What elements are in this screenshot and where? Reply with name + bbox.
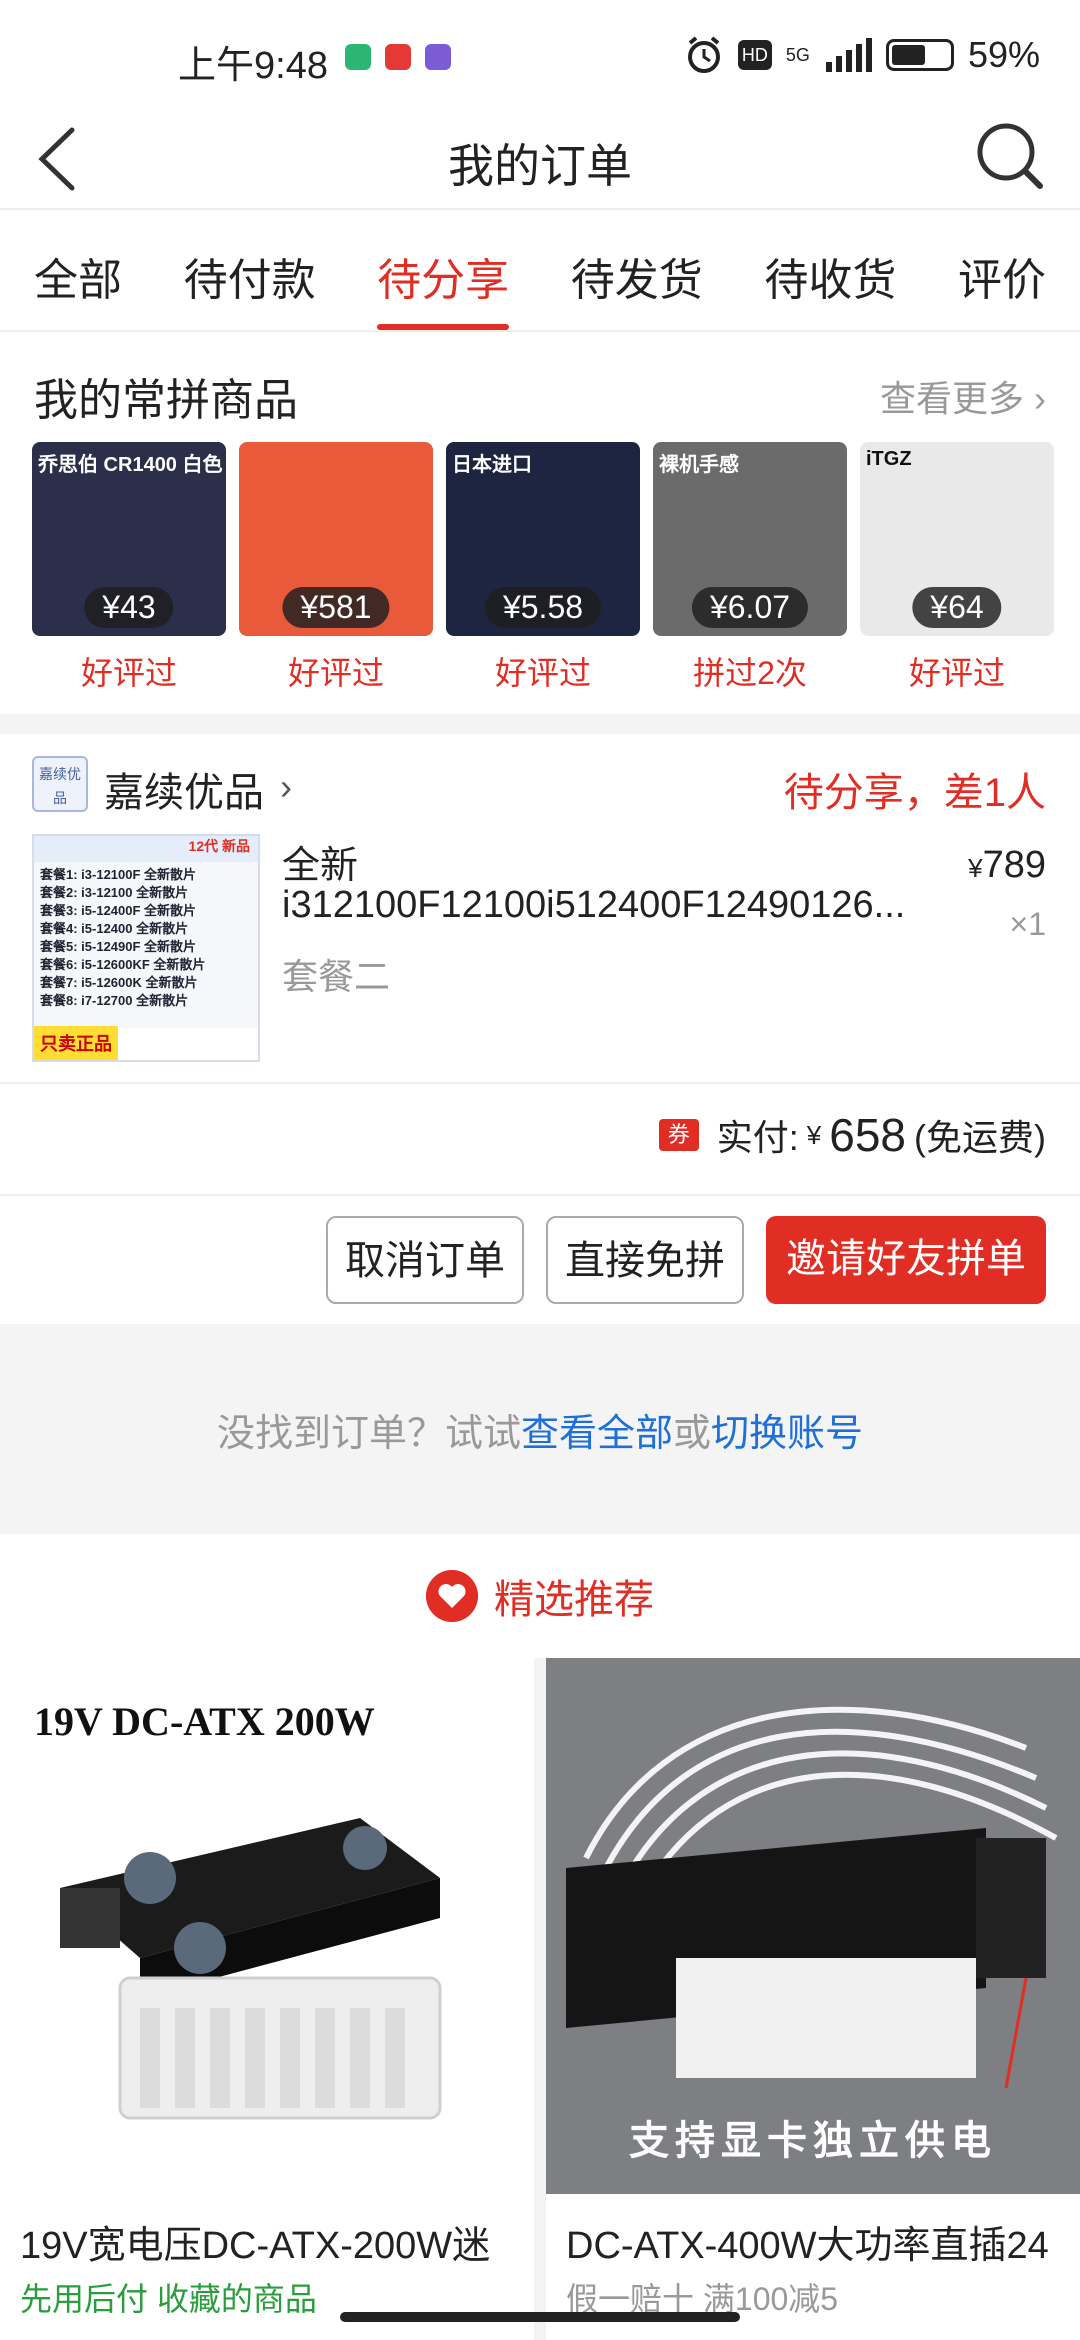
chevron-right-icon: › [280,766,292,807]
shop-name[interactable]: 嘉续优品 [104,760,264,818]
shipping-note: (免运费) [914,1117,1046,1158]
frequent-product[interactable]: 裸机手感 ¥6.07 拼过2次 [653,442,847,694]
divider [0,1194,1080,1196]
nav-bar: 我的订单 [0,110,1080,210]
frequent-product[interactable]: ¥581 好评过 [239,442,433,694]
thumbnail-caption: 乔思伯 CR1400 白色 [38,454,223,476]
order-status: 待分享，差1人 [783,771,1046,815]
switch-account-link[interactable]: 切换账号 [711,1413,863,1455]
frequent-products-list: 乔思伯 CR1400 白色 ¥43 好评过 ¥581 好评过 日本进口 ¥5.58 好评过 裸机… [32,442,1054,694]
battery-icon [885,39,954,71]
product-thumbnail: iTGZ ¥64 [860,442,1054,636]
product-thumbnail: ¥581 [239,442,433,636]
heart-icon [426,1570,478,1622]
product-history-label: 好评过 [287,655,384,691]
invite-friends-button[interactable]: 邀请好友拼单 [766,1216,1046,1304]
section-title: 我的常拼商品 [34,376,298,425]
product-thumbnail: 乔思伯 CR1400 白色 ¥43 [32,442,226,636]
paid-amount: 658 [829,1109,907,1161]
recommend-header: 精选推荐 [0,1534,1080,1658]
product-history-label: 好评过 [494,655,591,691]
recommend-title: 精选推荐 [494,1578,654,1622]
recommend-card[interactable]: 支持显卡独立供电 DC-ATX-400W大功率直插24 假一赔十 满100减5 [546,1658,1080,2340]
cancel-order-button[interactable]: 取消订单 [326,1216,524,1304]
product-thumbnail: 日本进口 ¥5.58 [446,442,640,636]
page-title: 我的订单 [448,140,632,192]
see-more-label: 查看更多 [879,378,1024,419]
thumbnail-caption: 日本进口 [452,454,532,476]
product-price: ¥6.07 [691,587,809,628]
frequent-products-section: 我的常拼商品 查看更多 › 乔思伯 CR1400 白色 ¥43 好评过 ¥581 好评过… [0,334,1080,714]
hint-prefix: 没找到订单？试试 [216,1413,521,1455]
tab-5[interactable]: 评价 [958,212,1046,330]
image-caption: 支持显卡独立供电 [629,2119,997,2163]
recommend-sub: 先用后付 收藏的商品 [20,2281,317,2317]
divider [0,1082,1080,1084]
paid-currency: ¥ [806,1119,822,1150]
product-price: ¥43 [84,587,174,628]
news-app-icon [385,44,411,70]
thumbnail-caption: 裸机手感 [659,454,739,476]
product-price: ¥64 [912,587,1002,628]
product-price: ¥581 [282,587,390,628]
product-history-label: 好评过 [908,655,1005,691]
video-app-icon [345,44,371,70]
product-image: 19V DC-ATX 200W [0,1658,534,2194]
coupon-icon: 券 [658,1119,699,1151]
shopping-app-icon [425,44,451,70]
paid-summary: 券 实付: ¥658 (免运费) [658,1108,1046,1162]
product-thumbnail: 裸机手感 ¥6.07 [653,442,847,636]
tab-1[interactable]: 待付款 [184,212,316,330]
order-tabs: 全部 待付款 待分享 待发货 待收货 评价 [0,212,1080,332]
recommend-name: DC-ATX-400W大功率直插24 [566,2225,1049,2267]
tab-0[interactable]: 全部 [34,212,122,330]
signal-icon [825,38,872,72]
see-more-link[interactable]: 查看更多 › [880,370,1046,422]
product-image: 支持显卡独立供电 [546,1658,1080,2194]
shop-logo: 嘉续优品 [32,756,88,812]
frequent-product[interactable]: 乔思伯 CR1400 白色 ¥43 好评过 [32,442,226,694]
status-time: 上午9:48 [178,45,328,87]
thumbnail-caption: iTGZ [866,448,912,470]
product-quantity: ×1 [1009,906,1046,942]
product-history-label: 好评过 [80,655,177,691]
chevron-right-icon: › [1034,378,1046,419]
product-title[interactable]: 全新 [282,834,358,889]
product-spec: 套餐二 [282,956,391,997]
paid-label: 实付: [716,1117,799,1158]
view-all-link[interactable]: 查看全部 [521,1413,673,1455]
hint-middle: 或 [673,1413,712,1455]
product-title-line2[interactable]: i312100F12100i512400F12490126... [282,884,922,927]
notification-icons [345,44,451,70]
recommend-grid: 19V DC-ATX 200W 19V宽电压DC-ATX-200W迷 先用后付 … [0,1658,1080,2340]
status-bar: 上午9:48 HD 5G 59% [0,0,1080,110]
network-label: 5G [785,45,810,65]
product-price: ¥789 [968,844,1046,886]
tab-3[interactable]: 待发货 [571,212,703,330]
frequent-product[interactable]: 日本进口 ¥5.58 好评过 [446,442,640,694]
product-image[interactable]: 12代 新品 套餐1: i3-12100F 全新散片 套餐2: i3-12100… [32,834,260,1062]
tab-4[interactable]: 待收货 [764,212,896,330]
direct-group-free-button[interactable]: 直接免拼 [546,1216,744,1304]
battery-fill [891,45,925,65]
recommend-card[interactable]: 19V DC-ATX 200W 19V宽电压DC-ATX-200W迷 先用后付 … [0,1658,534,2340]
recommend-name: 19V宽电压DC-ATX-200W迷 [20,2225,491,2267]
product-history-label: 拼过2次 [693,655,807,691]
search-icon[interactable] [974,120,1046,192]
tab-2[interactable]: 待分享 [377,212,510,330]
order-card[interactable]: 嘉续优品 嘉续优品 › 待分享，差1人 12代 新品 套餐1: i3-12100… [0,734,1080,1324]
battery-percent: 59% [967,34,1040,75]
alarm-icon [687,36,720,73]
product-price: ¥5.58 [484,587,602,628]
status-right: HD 5G 59% [684,34,1040,76]
hd-icon: HD [737,40,772,70]
section-divider [0,714,1080,734]
home-indicator[interactable] [340,2312,740,2322]
frequent-product[interactable]: iTGZ ¥64 好评过 [860,442,1054,694]
order-not-found-hint: 没找到订单？试试查看全部或切换账号 [0,1324,1080,1534]
